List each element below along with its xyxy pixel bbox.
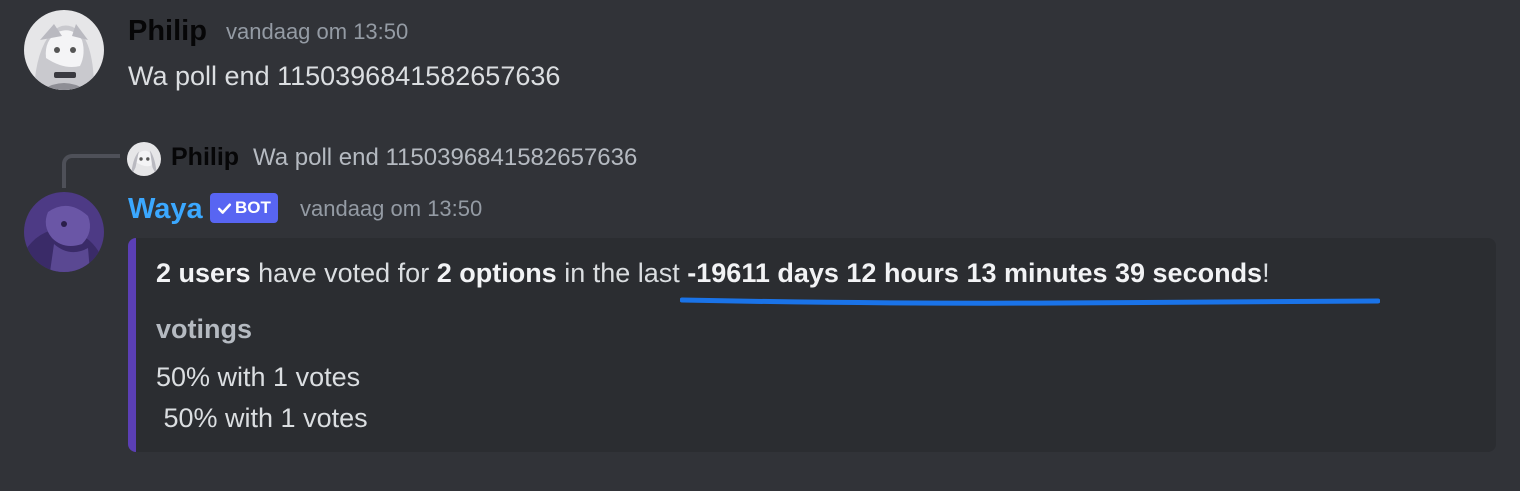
- desc-text-in-last: in the last: [556, 258, 688, 288]
- desc-text-voted-for: have voted for: [250, 258, 437, 288]
- options-count: 2 options: [436, 258, 557, 288]
- verified-check-icon: [217, 203, 232, 214]
- poll-duration: -19611 days 12 hours 13 minutes 39 secon…: [687, 258, 1263, 288]
- message-content: Wa poll end 1150396841582657636: [128, 61, 561, 91]
- desc-text-end: !: [1262, 258, 1270, 288]
- bot-tag: BOT: [210, 193, 278, 223]
- bot-tag-label: BOT: [235, 198, 271, 217]
- embed-field-line: 50% with 1 votes: [156, 362, 361, 392]
- reply-content[interactable]: Wa poll end 1150396841582657636: [253, 146, 637, 170]
- message-author[interactable]: Philip: [128, 17, 207, 46]
- reply-avatar[interactable]: [127, 142, 161, 176]
- embed-field-name: votings: [156, 314, 253, 344]
- message-author-bot[interactable]: Waya: [128, 195, 203, 224]
- embed-description: 2 users have voted for 2 options in the …: [156, 260, 1270, 287]
- waya-avatar[interactable]: [24, 192, 104, 272]
- embed-field-line: 50% with 1 votes: [156, 403, 368, 433]
- poll-embed: 2 users have voted for 2 options in the …: [128, 238, 1496, 452]
- users-count: 2 users: [156, 258, 251, 288]
- message-timestamp: vandaag om 13:50: [226, 19, 409, 44]
- chat-view: Philip vandaag om 13:50 Wa poll end 1150…: [0, 0, 1520, 491]
- highlight-underline: [680, 297, 1380, 306]
- message-timestamp-bot: vandaag om 13:50: [300, 196, 483, 221]
- reply-spine: [62, 154, 120, 188]
- philip-avatar[interactable]: [24, 10, 104, 90]
- reply-author[interactable]: Philip: [171, 145, 239, 170]
